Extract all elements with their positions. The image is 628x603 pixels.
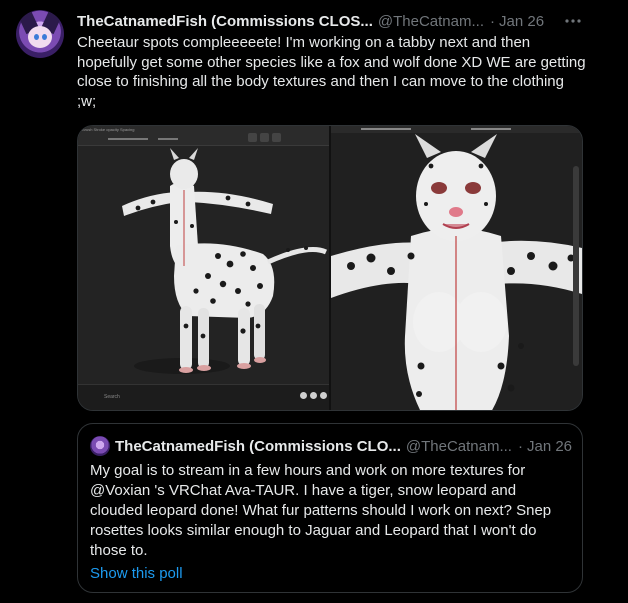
author-handle[interactable]: @TheCatnam... [378, 13, 484, 30]
separator-dot: · [517, 437, 523, 455]
tweet[interactable]: TheCatnamedFish (Commissions CLOS... @Th… [0, 0, 628, 603]
quoted-tweet-header: TheCatnamedFish (Commissions CLO... @The… [115, 436, 572, 456]
editor-search-label: Search [104, 394, 120, 400]
editor-bottom-bar: Search [78, 384, 329, 410]
media-image-closeup[interactable] [331, 126, 582, 410]
avatar-eye-left [34, 34, 39, 40]
author-name[interactable]: TheCatnamedFish (Commissions CLOS... [77, 13, 373, 30]
media-gallery[interactable]: Brush Stroke opacity Spacing Search [77, 125, 583, 411]
viewport-shading-icon [310, 392, 317, 399]
quoted-author-name[interactable]: TheCatnamedFish (Commissions CLO... [115, 438, 401, 455]
cheetaur-model-full [122, 148, 328, 374]
media-image-editor-view[interactable]: Brush Stroke opacity Spacing Search [78, 126, 331, 410]
quoted-author-avatar[interactable] [90, 436, 110, 456]
author-avatar[interactable] [16, 10, 64, 58]
quoted-tweet-text: My goal is to stream in a few hours and … [90, 462, 552, 559]
viewport-scrollbar[interactable] [573, 166, 579, 366]
more-horizontal-icon[interactable] [563, 11, 583, 31]
quoted-author-handle[interactable]: @TheCatnam... [406, 438, 512, 455]
separator-dot: · [490, 12, 495, 30]
tweet-header: TheCatnamedFish (Commissions CLOS... @Th… [77, 11, 544, 31]
quoted-post-date[interactable]: Jan 26 [527, 438, 572, 455]
cheetaur-model-closeup [331, 134, 582, 410]
avatar-face [28, 26, 52, 48]
tweet-text: Cheetaur spots compleeeeete! I'm working… [77, 34, 586, 110]
show-poll-link[interactable]: Show this poll [90, 565, 183, 582]
quoted-tweet[interactable]: TheCatnamedFish (Commissions CLO... @The… [77, 423, 583, 593]
post-date[interactable]: Jan 26 [499, 13, 544, 30]
avatar-eye-right [42, 34, 47, 40]
viewport-shading-icon [300, 392, 307, 399]
viewport-shading-icon [320, 392, 327, 399]
